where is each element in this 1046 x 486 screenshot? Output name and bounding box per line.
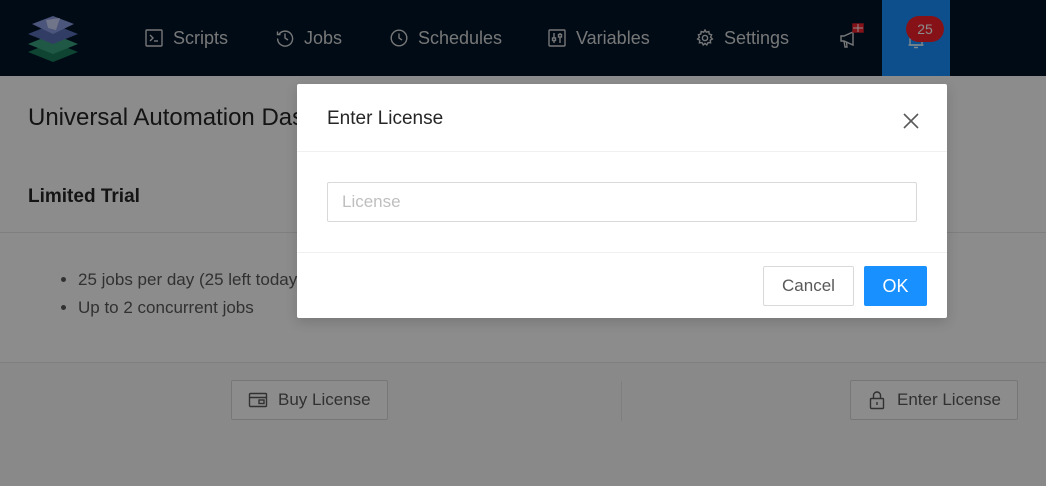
modal-footer: Cancel OK [297, 252, 947, 318]
close-icon[interactable] [900, 110, 922, 132]
license-input[interactable] [327, 182, 917, 222]
modal-title: Enter License [327, 108, 444, 129]
ok-button[interactable]: OK [864, 266, 927, 306]
enter-license-dialog: Enter License Cancel OK [297, 84, 947, 318]
cancel-button[interactable]: Cancel [763, 266, 854, 306]
modal-header: Enter License [297, 84, 947, 152]
